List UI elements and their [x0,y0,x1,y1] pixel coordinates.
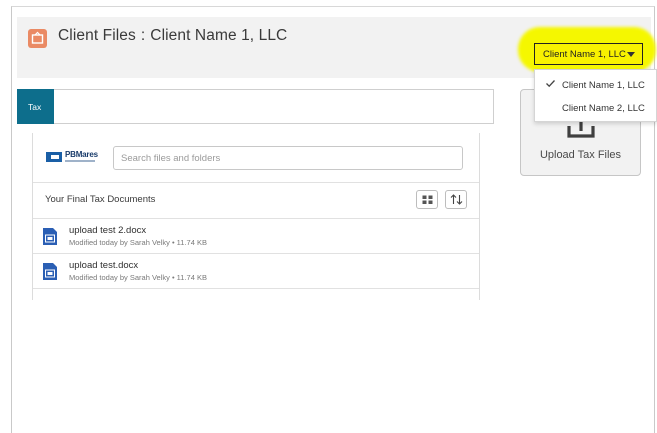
briefcase-icon [28,29,47,48]
tab-bar: Tax [17,89,494,124]
client-select-value: Client Name 1, LLC [543,48,626,60]
file-meta: Modified today by Sarah Velky • 11.74 KB [69,273,207,282]
file-row[interactable]: upload test.docx Modified today by Sarah… [33,254,479,289]
word-doc-icon [43,263,57,280]
client-select[interactable]: Client Name 1, LLC [534,43,643,65]
page-title-client: Client Name 1, LLC [150,27,288,44]
client-option-label: Client Name 1, LLC [562,79,645,91]
title-separator: : [140,27,146,44]
list-header: Your Final Tax Documents [33,183,479,219]
file-row[interactable]: upload test 2.docx Modified today by Sar… [33,219,479,254]
page-title: Client Files: Client Name 1, LLC [58,27,287,45]
page-title-label: Client Files [58,27,136,44]
client-option-1[interactable]: Client Name 1, LLC [535,73,657,97]
file-name: upload test.docx [69,260,139,271]
search-input[interactable]: Search files and folders [113,146,463,170]
sort-button[interactable] [445,190,467,209]
tab-tax[interactable]: Tax [17,89,54,124]
client-dropdown-menu: Client Name 1, LLC Client Name 2, LLC [534,69,657,122]
file-meta: Modified today by Sarah Velky • 11.74 KB [69,238,207,247]
files-panel: PBMares Search files and folders Your Fi… [32,133,480,300]
client-option-label: Client Name 2, LLC [562,102,645,114]
grid-view-button[interactable] [416,190,438,209]
file-name: upload test 2.docx [69,225,147,236]
word-doc-icon [43,228,57,245]
chevron-down-icon [627,52,635,57]
pbmares-logo: PBMares [46,149,98,165]
logo-text: PBMares [65,150,98,159]
list-title: Your Final Tax Documents [45,194,156,205]
search-placeholder: Search files and folders [121,152,221,164]
panel-toolbar: PBMares Search files and folders [33,133,479,183]
upload-tax-files-label: Upload Tax Files [539,149,622,161]
grid-view-icon [422,195,432,204]
check-icon [546,80,555,88]
client-option-2[interactable]: Client Name 2, LLC [535,96,657,120]
sort-icon [450,194,462,205]
